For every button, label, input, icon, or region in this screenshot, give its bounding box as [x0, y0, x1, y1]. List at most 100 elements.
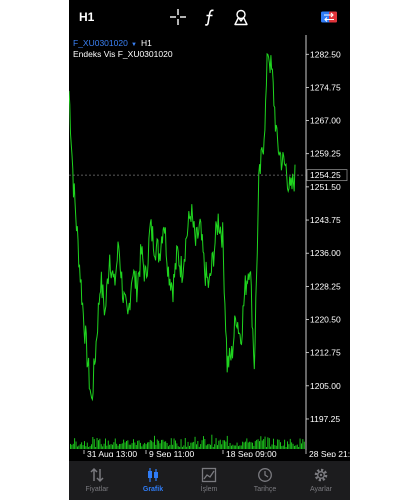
- volume-bar: [198, 446, 200, 449]
- volume-bar: [168, 446, 169, 449]
- volume-bar: [92, 437, 94, 449]
- nav-chart[interactable]: Grafik: [125, 461, 181, 500]
- volume-bar: [292, 443, 294, 449]
- volume-bar: [127, 440, 129, 449]
- volume-bar: [119, 444, 120, 449]
- price-tick-label: 1228.25: [310, 281, 341, 291]
- volume-bar: [130, 444, 132, 449]
- volume-bar: [176, 443, 178, 449]
- volume-bar: [145, 444, 147, 449]
- nav-quotes[interactable]: Fiyatlar: [69, 461, 125, 500]
- volume-bar: [88, 447, 90, 449]
- price-tick-label: 1274.75: [310, 82, 341, 92]
- trade-toggle-icon[interactable]: [320, 8, 338, 26]
- volume-bar: [249, 441, 251, 449]
- volume-bar: [261, 440, 263, 449]
- volume-bar: [77, 446, 78, 449]
- volume-bar: [114, 438, 116, 449]
- price-chart[interactable]: 1282.50 1274.75 1267.00 1259.25 1251.50 1243.…: [69, 35, 350, 457]
- volume-bar: [200, 444, 202, 449]
- volume-bar: [287, 441, 288, 449]
- volume-bar: [123, 439, 125, 449]
- volume-bar: [156, 439, 158, 449]
- volume-bar: [273, 438, 274, 449]
- volume-bar: [302, 439, 304, 449]
- nav-quotes-label: Fiyatlar: [85, 486, 109, 493]
- volume-bar: [238, 446, 239, 449]
- volume-bar: [84, 441, 85, 449]
- volume-bar: [193, 441, 195, 449]
- volume-bar: [221, 444, 223, 449]
- price-tick-label: 1236.00: [310, 248, 341, 258]
- volume-bar: [183, 445, 185, 449]
- volume-bar: [93, 439, 95, 449]
- nav-history[interactable]: Tarihçe: [237, 461, 293, 500]
- nav-trade[interactable]: İşlem: [181, 461, 237, 500]
- volume-bar: [179, 446, 181, 449]
- function-icon[interactable]: [201, 8, 219, 26]
- volume-bar: [196, 444, 197, 449]
- volume-bar: [72, 443, 74, 449]
- volume-bar: [222, 440, 224, 449]
- volume-bar: [159, 443, 161, 449]
- volume-bar: [166, 443, 168, 449]
- volume-bar: [162, 439, 164, 449]
- volume-bar: [134, 442, 136, 449]
- volume-bar: [299, 438, 301, 449]
- volume-bar: [288, 444, 290, 449]
- volume-bar: [184, 438, 186, 449]
- volume-bar: [154, 435, 155, 449]
- volume-bar: [98, 440, 99, 449]
- nav-settings[interactable]: Ayarlar: [293, 461, 349, 500]
- volume-bar: [75, 441, 77, 449]
- volume-bar: [112, 444, 113, 449]
- volume-bar: [210, 444, 211, 449]
- price-tick-label: 1259.25: [310, 149, 341, 159]
- volume-bar: [137, 440, 139, 449]
- price-tick-label: 1212.75: [310, 348, 341, 358]
- volume-bar: [186, 446, 188, 449]
- volume-bar: [229, 443, 231, 449]
- volume-bar: [190, 442, 192, 449]
- price-tick-label: 1267.00: [310, 116, 341, 126]
- volume-bar: [161, 439, 162, 449]
- volume-bar: [204, 439, 206, 449]
- objects-icon[interactable]: [232, 8, 250, 26]
- volume-bar: [175, 440, 176, 449]
- volume-bar: [281, 446, 283, 449]
- volume-bar: [191, 442, 193, 449]
- crosshair-icon[interactable]: [169, 8, 187, 26]
- volume-bar: [71, 444, 73, 449]
- volume-bar: [243, 442, 245, 449]
- volume-bar: [242, 441, 244, 449]
- timeframe-button[interactable]: H1: [79, 10, 94, 24]
- volume-bar: [295, 445, 297, 449]
- volume-bar: [117, 445, 119, 449]
- volume-bar: [280, 442, 281, 449]
- symbol-dropdown-icon[interactable]: ▼: [131, 42, 137, 48]
- volume-bar: [169, 444, 171, 449]
- volume-bar: [236, 442, 238, 449]
- time-tick-label: 31 Aug 13:00: [87, 449, 137, 457]
- history-icon: [258, 468, 272, 482]
- volume-bar: [177, 446, 179, 449]
- volume-bar: [81, 442, 83, 449]
- volume-bar: [240, 445, 242, 449]
- volume-bar: [182, 446, 183, 449]
- volume-bar: [218, 440, 220, 449]
- chart-icon: [148, 468, 158, 482]
- volume-bar: [285, 447, 287, 449]
- volume-bar: [131, 443, 133, 449]
- volume-bar: [149, 439, 151, 449]
- nav-settings-label: Ayarlar: [309, 486, 333, 493]
- volume-bar: [78, 445, 80, 449]
- volume-bar: [110, 444, 112, 449]
- chart-description: Endeks Vis F_XU0301020: [73, 49, 173, 59]
- volume-bar: [100, 444, 102, 449]
- time-tick-label: 9 Sep 11:00: [149, 449, 194, 457]
- chart-symbol[interactable]: F_XU0301020: [73, 38, 128, 48]
- volume-bar: [99, 438, 101, 449]
- volume-bar: [277, 439, 279, 449]
- price-tick-label: 1243.75: [310, 215, 341, 225]
- volume-bar: [205, 445, 207, 449]
